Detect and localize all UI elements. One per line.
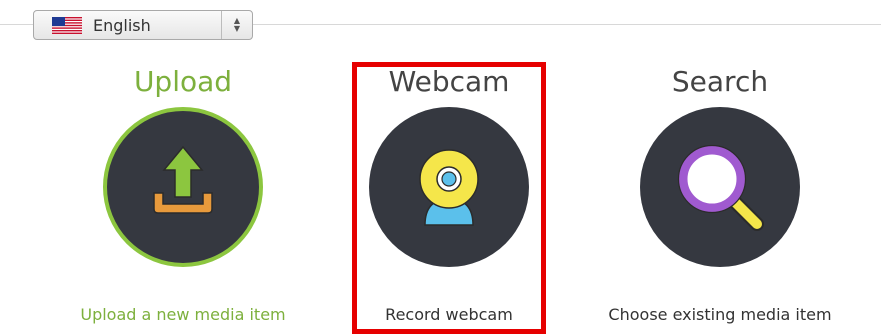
upload-title: Upload (133, 65, 233, 98)
language-select[interactable]: English ▲ ▼ (33, 10, 253, 40)
search-option[interactable]: Search Choose existing media item (588, 62, 852, 324)
us-flag-icon (52, 16, 82, 34)
webcam-icon[interactable] (369, 107, 529, 267)
search-title: Search (671, 65, 769, 98)
webcam-camera-icon (419, 149, 479, 226)
webcam-option[interactable]: Webcam Record webcam (352, 62, 546, 324)
upload-description[interactable]: Upload a new media item (80, 305, 285, 324)
upload-option[interactable]: Upload Upload a new media item (58, 62, 308, 324)
webcam-description[interactable]: Record webcam (385, 305, 513, 324)
search-description[interactable]: Choose existing media item (608, 305, 831, 324)
webcam-title: Webcam (388, 65, 510, 98)
upload-arrow-tray-icon (153, 145, 213, 214)
language-label: English (93, 15, 151, 35)
search-magnifier-icon (677, 144, 764, 231)
chevron-up-down-icon: ▲ ▼ (221, 11, 252, 39)
magnifier-icon[interactable] (640, 107, 800, 267)
upload-icon[interactable] (103, 107, 263, 267)
